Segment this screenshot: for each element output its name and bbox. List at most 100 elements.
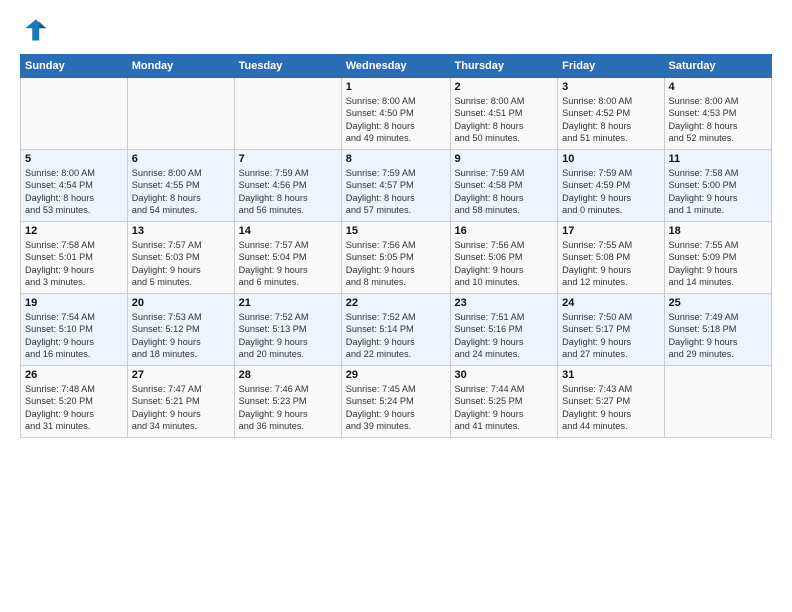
day-number: 20 [132, 297, 230, 309]
day-info: Sunrise: 7:55 AM Sunset: 5:08 PM Dayligh… [562, 239, 659, 289]
day-number: 19 [25, 297, 123, 309]
calendar-week-1: 1 Sunrise: 8:00 AM Sunset: 4:50 PM Daylig… [21, 78, 772, 150]
day-info: Sunrise: 7:54 AM Sunset: 5:10 PM Dayligh… [25, 311, 123, 361]
calendar-cell: 9 Sunrise: 7:59 AM Sunset: 4:58 PM Daylig… [450, 150, 558, 222]
day-number: 14 [239, 225, 337, 237]
day-number: 2 [455, 81, 554, 93]
calendar-cell: 8Sunrise: 7:59 AM Sunset: 4:57 PM Daylig… [341, 150, 450, 222]
calendar-cell: 5 Sunrise: 8:00 AM Sunset: 4:54 PM Daylig… [21, 150, 128, 222]
day-number: 1 [346, 81, 446, 93]
day-info: Sunrise: 7:44 AM Sunset: 5:25 PM Dayligh… [455, 383, 554, 433]
calendar-cell [127, 78, 234, 150]
day-number: 9 [455, 153, 554, 165]
day-number: 4 [669, 81, 768, 93]
calendar-cell: 21 Sunrise: 7:52 AM Sunset: 5:13 PM Dayli… [234, 294, 341, 366]
calendar-week-2: 5 Sunrise: 8:00 AM Sunset: 4:54 PM Daylig… [21, 150, 772, 222]
weekday-header-saturday: Saturday [664, 55, 772, 78]
calendar-cell: 11 Sunrise: 7:58 AM Sunset: 5:00 PM Dayli… [664, 150, 772, 222]
day-info: Sunrise: 7:43 AM Sunset: 5:27 PM Dayligh… [562, 383, 659, 433]
calendar-cell: 13 Sunrise: 7:57 AM Sunset: 5:03 PM Dayli… [127, 222, 234, 294]
calendar-cell [664, 366, 772, 438]
day-number: 28 [239, 369, 337, 381]
day-number: 11 [669, 153, 768, 165]
calendar-cell: 27Sunrise: 7:47 AM Sunset: 5:21 PM Dayli… [127, 366, 234, 438]
day-number: 16 [455, 225, 554, 237]
calendar-cell: 4Sunrise: 8:00 AM Sunset: 4:53 PM Daylig… [664, 78, 772, 150]
day-info: Sunrise: 8:00 AM Sunset: 4:54 PM Dayligh… [25, 167, 123, 217]
calendar-cell: 7Sunrise: 7:59 AM Sunset: 4:56 PM Daylig… [234, 150, 341, 222]
day-number: 12 [25, 225, 123, 237]
day-number: 27 [132, 369, 230, 381]
day-info: Sunrise: 7:49 AM Sunset: 5:18 PM Dayligh… [669, 311, 768, 361]
day-number: 30 [455, 369, 554, 381]
day-number: 3 [562, 81, 659, 93]
day-info: Sunrise: 7:59 AM Sunset: 4:59 PM Dayligh… [562, 167, 659, 217]
calendar-cell: 3 Sunrise: 8:00 AM Sunset: 4:52 PM Daylig… [558, 78, 664, 150]
calendar-cell: 31Sunrise: 7:43 AM Sunset: 5:27 PM Dayli… [558, 366, 664, 438]
calendar-cell: 1 Sunrise: 8:00 AM Sunset: 4:50 PM Daylig… [341, 78, 450, 150]
calendar-cell: 29 Sunrise: 7:45 AM Sunset: 5:24 PM Dayli… [341, 366, 450, 438]
day-number: 22 [346, 297, 446, 309]
day-number: 15 [346, 225, 446, 237]
calendar-cell: 24 Sunrise: 7:50 AM Sunset: 5:17 PM Dayli… [558, 294, 664, 366]
weekday-header-thursday: Thursday [450, 55, 558, 78]
day-info: Sunrise: 7:45 AM Sunset: 5:24 PM Dayligh… [346, 383, 446, 433]
calendar-cell: 30 Sunrise: 7:44 AM Sunset: 5:25 PM Dayli… [450, 366, 558, 438]
calendar-cell: 6 Sunrise: 8:00 AM Sunset: 4:55 PM Daylig… [127, 150, 234, 222]
day-number: 21 [239, 297, 337, 309]
calendar-cell: 17 Sunrise: 7:55 AM Sunset: 5:08 PM Dayli… [558, 222, 664, 294]
day-number: 25 [669, 297, 768, 309]
day-number: 6 [132, 153, 230, 165]
calendar-cell: 2 Sunrise: 8:00 AM Sunset: 4:51 PM Daylig… [450, 78, 558, 150]
calendar-cell: 14 Sunrise: 7:57 AM Sunset: 5:04 PM Dayli… [234, 222, 341, 294]
day-info: Sunrise: 7:55 AM Sunset: 5:09 PM Dayligh… [669, 239, 768, 289]
calendar-week-4: 19 Sunrise: 7:54 AM Sunset: 5:10 PM Dayli… [21, 294, 772, 366]
weekday-header-monday: Monday [127, 55, 234, 78]
weekday-header-sunday: Sunday [21, 55, 128, 78]
header [20, 16, 772, 44]
day-info: Sunrise: 7:53 AM Sunset: 5:12 PM Dayligh… [132, 311, 230, 361]
day-info: Sunrise: 7:57 AM Sunset: 5:03 PM Dayligh… [132, 239, 230, 289]
day-info: Sunrise: 7:57 AM Sunset: 5:04 PM Dayligh… [239, 239, 337, 289]
calendar-cell: 26 Sunrise: 7:48 AM Sunset: 5:20 PM Dayli… [21, 366, 128, 438]
calendar-cell: 18Sunrise: 7:55 AM Sunset: 5:09 PM Dayli… [664, 222, 772, 294]
calendar-cell: 25 Sunrise: 7:49 AM Sunset: 5:18 PM Dayli… [664, 294, 772, 366]
calendar-cell [234, 78, 341, 150]
day-info: Sunrise: 7:56 AM Sunset: 5:06 PM Dayligh… [455, 239, 554, 289]
calendar-cell [21, 78, 128, 150]
day-number: 23 [455, 297, 554, 309]
calendar-cell: 23 Sunrise: 7:51 AM Sunset: 5:16 PM Dayli… [450, 294, 558, 366]
day-info: Sunrise: 7:52 AM Sunset: 5:14 PM Dayligh… [346, 311, 446, 361]
day-info: Sunrise: 7:51 AM Sunset: 5:16 PM Dayligh… [455, 311, 554, 361]
day-number: 26 [25, 369, 123, 381]
day-info: Sunrise: 7:50 AM Sunset: 5:17 PM Dayligh… [562, 311, 659, 361]
day-info: Sunrise: 8:00 AM Sunset: 4:52 PM Dayligh… [562, 95, 659, 145]
day-info: Sunrise: 8:00 AM Sunset: 4:51 PM Dayligh… [455, 95, 554, 145]
calendar-cell: 22 Sunrise: 7:52 AM Sunset: 5:14 PM Dayli… [341, 294, 450, 366]
calendar-cell: 10 Sunrise: 7:59 AM Sunset: 4:59 PM Dayli… [558, 150, 664, 222]
calendar-week-3: 12 Sunrise: 7:58 AM Sunset: 5:01 PM Dayli… [21, 222, 772, 294]
day-info: Sunrise: 7:59 AM Sunset: 4:57 PM Dayligh… [346, 167, 446, 217]
day-info: Sunrise: 7:48 AM Sunset: 5:20 PM Dayligh… [25, 383, 123, 433]
calendar-cell: 20 Sunrise: 7:53 AM Sunset: 5:12 PM Dayli… [127, 294, 234, 366]
day-number: 5 [25, 153, 123, 165]
weekday-header-row: SundayMondayTuesdayWednesdayThursdayFrid… [21, 55, 772, 78]
day-info: Sunrise: 7:59 AM Sunset: 4:56 PM Dayligh… [239, 167, 337, 217]
calendar-week-5: 26 Sunrise: 7:48 AM Sunset: 5:20 PM Dayli… [21, 366, 772, 438]
calendar-cell: 12 Sunrise: 7:58 AM Sunset: 5:01 PM Dayli… [21, 222, 128, 294]
day-number: 24 [562, 297, 659, 309]
calendar-table: SundayMondayTuesdayWednesdayThursdayFrid… [20, 54, 772, 438]
day-info: Sunrise: 7:58 AM Sunset: 5:00 PM Dayligh… [669, 167, 768, 217]
day-number: 17 [562, 225, 659, 237]
day-number: 10 [562, 153, 659, 165]
day-number: 13 [132, 225, 230, 237]
day-info: Sunrise: 7:58 AM Sunset: 5:01 PM Dayligh… [25, 239, 123, 289]
day-number: 29 [346, 369, 446, 381]
weekday-header-wednesday: Wednesday [341, 55, 450, 78]
day-info: Sunrise: 8:00 AM Sunset: 4:55 PM Dayligh… [132, 167, 230, 217]
day-info: Sunrise: 7:46 AM Sunset: 5:23 PM Dayligh… [239, 383, 337, 433]
calendar-cell: 28 Sunrise: 7:46 AM Sunset: 5:23 PM Dayli… [234, 366, 341, 438]
day-info: Sunrise: 7:59 AM Sunset: 4:58 PM Dayligh… [455, 167, 554, 217]
day-info: Sunrise: 8:00 AM Sunset: 4:50 PM Dayligh… [346, 95, 446, 145]
day-info: Sunrise: 7:52 AM Sunset: 5:13 PM Dayligh… [239, 311, 337, 361]
